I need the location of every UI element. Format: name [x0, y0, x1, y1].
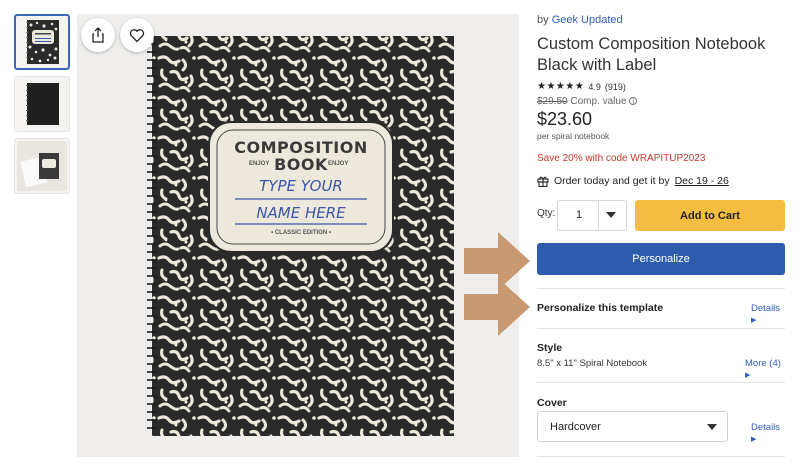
chevron-right-icon: ▶	[745, 372, 751, 379]
share-icon	[92, 27, 104, 43]
delivery-text: Order today and get it by	[554, 175, 670, 187]
arrow-pointer-template	[464, 278, 530, 336]
style-value: 8.5" x 11" Spiral Notebook	[537, 358, 648, 369]
current-price: $23.60	[537, 109, 593, 129]
heart-icon	[129, 28, 145, 42]
chevron-right-icon: ▶	[751, 436, 757, 443]
quantity-label: Qty:	[537, 208, 556, 219]
cover-select[interactable]: Hardcover	[537, 411, 728, 442]
main-product-image[interactable]: COMPOSITION ENJOY BOOK ENJOY TYPE YOUR N…	[77, 14, 519, 457]
delivery-dates-link[interactable]: Dec 19 - 26	[675, 175, 729, 187]
personalize-template-title: Personalize this template	[537, 302, 664, 314]
chevron-right-icon: ▶	[751, 317, 757, 324]
label-enjoy-right: ENJOY	[328, 161, 349, 167]
thumbnail-strip	[14, 14, 72, 200]
original-price: $29.50	[537, 96, 568, 107]
section-divider	[537, 328, 785, 329]
notebook-thumbnail-image	[26, 20, 59, 64]
product-title: Custom Composition Notebook Black with L…	[537, 35, 766, 74]
label-line1: TYPE YOUR	[259, 177, 343, 195]
quantity-value: 1	[576, 209, 583, 221]
label-edition: • CLASSIC EDITION •	[271, 230, 331, 236]
thumbnail-front[interactable]	[14, 14, 70, 70]
thumbnail-back[interactable]	[14, 76, 70, 132]
share-button[interactable]	[81, 18, 115, 52]
chevron-down-icon	[707, 424, 717, 430]
personalize-details-label: Details	[751, 303, 781, 314]
comp-value-label: Comp. value	[570, 96, 627, 107]
section-divider	[537, 456, 785, 457]
quantity-select[interactable]: 1	[557, 200, 627, 231]
label-line2: NAME HERE	[256, 204, 346, 222]
cover-select-value: Hardcover	[550, 421, 601, 433]
star-rating-icon: ★★★★★	[537, 81, 585, 92]
review-count: (919)	[604, 81, 626, 92]
brand-byline: by Geek Updated	[537, 14, 623, 26]
add-to-cart-button[interactable]: Add to Cart	[635, 200, 785, 231]
brand-link[interactable]: Geek Updated	[552, 14, 623, 26]
original-price-row: $29.50 Comp. value i	[537, 96, 638, 107]
rating-value: 4.9	[588, 81, 601, 92]
cover-title: Cover	[537, 397, 567, 409]
style-more-link[interactable]: More (4) ▶	[745, 358, 787, 380]
notebook-open-image	[17, 141, 67, 191]
thumbnail-open[interactable]	[14, 138, 70, 194]
cover-details-label: Details	[751, 422, 781, 433]
quantity-divider	[598, 201, 599, 230]
delivery-estimate: Order today and get it by Dec 19 - 26	[537, 175, 729, 187]
section-divider	[537, 288, 785, 289]
promo-message: Save 20% with code WRAPITUP2023	[537, 153, 706, 164]
cover-details-link[interactable]: Details ▶	[751, 422, 787, 444]
section-divider	[537, 382, 785, 383]
byline-prefix: by	[537, 14, 552, 26]
gift-icon	[537, 176, 549, 187]
favorite-button[interactable]	[120, 18, 154, 52]
price-unit: per spiral notebook	[537, 131, 610, 141]
style-title: Style	[537, 342, 563, 354]
label-subheading: BOOK	[274, 155, 328, 174]
notebook-back-image	[26, 83, 59, 125]
personalize-details-link[interactable]: Details ▶	[751, 303, 787, 325]
rating-summary[interactable]: ★★★★★ 4.9 (919)	[537, 81, 626, 92]
info-icon[interactable]: i	[629, 97, 638, 106]
personalize-button[interactable]: Personalize	[537, 243, 785, 275]
chevron-down-icon	[606, 212, 616, 218]
style-more-label: More (4)	[745, 358, 781, 369]
